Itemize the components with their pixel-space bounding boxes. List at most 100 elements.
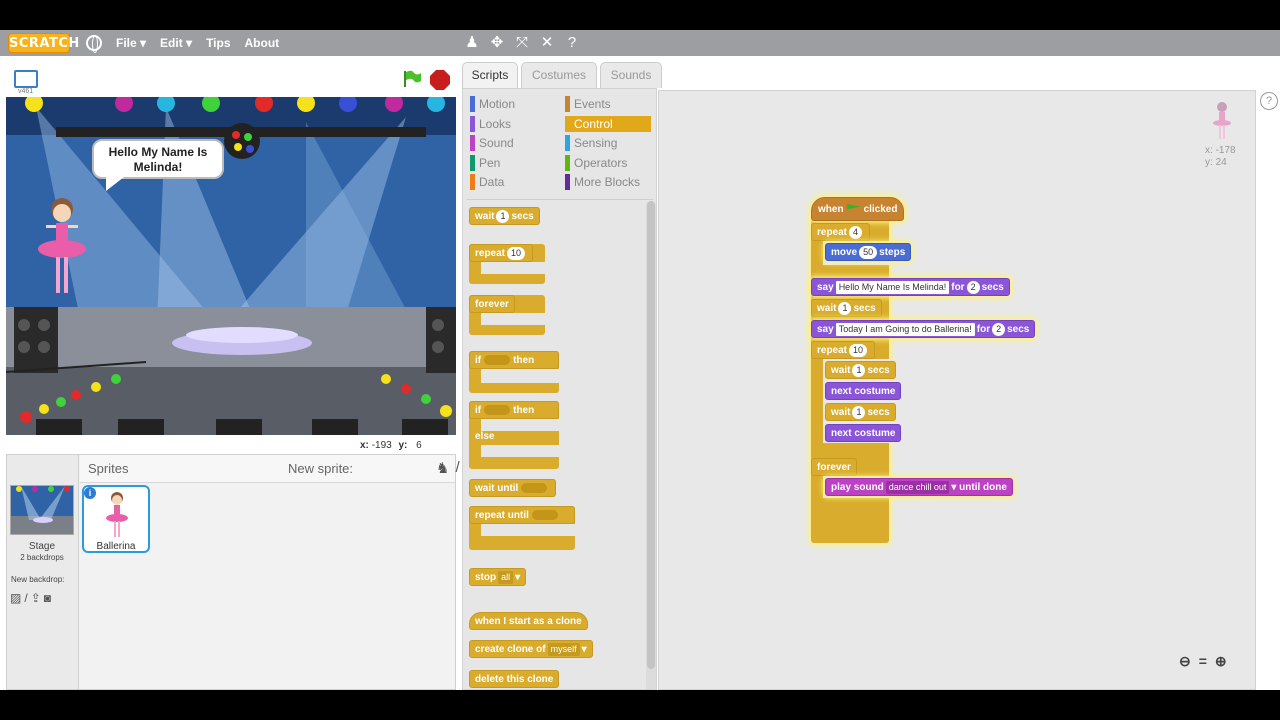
move-steps-block[interactable]: move 50 steps xyxy=(825,243,912,261)
zoom-reset-icon[interactable]: = xyxy=(1199,653,1207,670)
zoom-in-icon[interactable]: ⊕ xyxy=(1215,653,1227,670)
category-sensing[interactable]: Sensing xyxy=(565,135,651,151)
category-operators[interactable]: Operators xyxy=(565,155,651,171)
block-input[interactable]: 2 xyxy=(992,322,1006,336)
block-text: secs xyxy=(511,211,534,222)
block-input[interactable]: 50 xyxy=(859,245,878,259)
block-text: repeat xyxy=(817,345,848,356)
block-input[interactable]: 10 xyxy=(849,343,868,357)
block-text: secs xyxy=(867,407,890,418)
block-text-input[interactable]: Hello My Name Is Melinda! xyxy=(835,280,950,294)
category-data[interactable]: Data xyxy=(470,174,558,190)
sprite-card-ballerina[interactable]: i Ballerina xyxy=(82,485,150,553)
block-input[interactable]: 10 xyxy=(507,246,526,260)
help-icon[interactable]: ? xyxy=(564,34,580,52)
category-color-bar xyxy=(470,96,475,112)
tab-scripts[interactable]: Scripts xyxy=(462,62,518,88)
category-motion[interactable]: Motion xyxy=(470,96,558,112)
category-events[interactable]: Events xyxy=(565,96,651,112)
condition-slot[interactable] xyxy=(531,510,558,521)
palette-if-else-block[interactable]: if then else xyxy=(469,401,559,469)
category-label: More Blocks xyxy=(574,175,641,189)
palette-wait-until-block[interactable]: wait until xyxy=(469,479,557,497)
palette-forever-block[interactable]: forever xyxy=(469,295,545,335)
about-menu[interactable]: About xyxy=(245,36,280,50)
stop-sign-icon[interactable] xyxy=(430,70,450,90)
else-label: else xyxy=(475,431,495,442)
palette-wait-block[interactable]: wait 1 secs xyxy=(469,207,540,225)
grow-icon[interactable]: ⤧ xyxy=(514,34,530,52)
tab-costumes[interactable]: Costumes xyxy=(521,62,597,88)
sprite-library-icon[interactable]: ♞ xyxy=(436,459,449,477)
palette-delete-clone-block[interactable]: delete this clone xyxy=(469,670,560,688)
block-input[interactable]: 1 xyxy=(852,363,866,377)
person-icon[interactable]: ♟ xyxy=(464,34,480,52)
palette-stop-block[interactable]: stop all ▾ xyxy=(469,568,527,586)
palette-repeat-block[interactable]: repeat 10 xyxy=(469,244,545,284)
palette-clone-hat-block[interactable]: when I start as a clone xyxy=(469,612,588,630)
palette-if-then-block[interactable]: if then xyxy=(469,351,559,393)
palette-repeat-until-block[interactable]: repeat until xyxy=(469,506,575,550)
block-input[interactable]: 2 xyxy=(966,280,980,294)
coord-x-label: x: xyxy=(360,440,369,451)
edit-menu[interactable]: Edit ▾ xyxy=(160,36,192,50)
tips-menu[interactable]: Tips xyxy=(206,36,230,50)
zoom-out-icon[interactable]: ⊖ xyxy=(1179,653,1191,670)
forever-block[interactable]: forever xyxy=(811,458,857,476)
category-control[interactable]: Control xyxy=(565,116,651,132)
when-flag-clicked-block[interactable]: when clicked xyxy=(811,197,905,221)
paint-backdrop-icon[interactable]: / xyxy=(24,591,27,605)
block-input[interactable]: 4 xyxy=(849,225,863,239)
wait-secs-block-3[interactable]: wait 1 secs xyxy=(825,403,896,421)
c-slot xyxy=(481,419,559,431)
block-dropdown[interactable]: dance chill out xyxy=(885,480,950,494)
camera-backdrop-icon[interactable]: ◙ xyxy=(44,591,51,605)
say-for-secs-block-2[interactable]: say Today I am Going to do Ballerina! for 2… xyxy=(811,320,1036,338)
tab-sounds[interactable]: Sounds xyxy=(600,62,662,88)
paint-sprite-icon[interactable]: / xyxy=(455,459,459,477)
palette-create-clone-block[interactable]: create clone of myself ▾ xyxy=(469,640,593,658)
backdrop-library-icon[interactable]: ▨ xyxy=(10,591,21,605)
repeat-4-block[interactable]: repeat 4 xyxy=(811,223,871,241)
play-sound-until-done-block[interactable]: play sound dance chill out ▾ until done xyxy=(825,478,1013,496)
block-input[interactable]: 1 xyxy=(838,301,852,315)
condition-slot[interactable] xyxy=(484,405,511,416)
palette-scrollbar[interactable] xyxy=(647,201,655,669)
block-input[interactable]: 1 xyxy=(852,405,866,419)
info-icon[interactable]: i xyxy=(84,487,96,499)
condition-slot[interactable] xyxy=(521,483,548,494)
duplicate-icon[interactable]: ✥ xyxy=(489,34,505,52)
current-sprite-thumbnail xyxy=(1213,102,1231,139)
next-costume-block-1[interactable]: next costume xyxy=(825,382,902,400)
language-globe-icon[interactable] xyxy=(86,35,102,53)
help-tips-icon[interactable]: ? xyxy=(1260,92,1278,110)
upload-backdrop-icon[interactable]: ⇪ xyxy=(31,591,41,605)
block-text: wait until xyxy=(475,483,519,494)
say-for-secs-block-1[interactable]: say Hello My Name Is Melinda! for 2 secs xyxy=(811,278,1010,296)
category-more-blocks[interactable]: More Blocks xyxy=(565,174,651,190)
block-text: wait xyxy=(831,407,851,418)
condition-slot[interactable] xyxy=(484,355,511,366)
scratch-logo[interactable]: SCRATCH xyxy=(8,33,79,53)
category-sound[interactable]: Sound xyxy=(470,135,558,151)
block-text-input[interactable]: Today I am Going to do Ballerina! xyxy=(835,322,975,336)
stage-canvas[interactable]: Hello My Name Is Melinda! xyxy=(6,97,456,435)
category-pen[interactable]: Pen xyxy=(470,155,558,171)
wait-secs-block-2[interactable]: wait 1 secs xyxy=(825,361,896,379)
repeat-10-block[interactable]: repeat 10 xyxy=(811,341,876,359)
shrink-icon[interactable]: ✕ xyxy=(539,34,555,52)
block-input[interactable]: 1 xyxy=(496,209,510,223)
category-looks[interactable]: Looks xyxy=(470,116,558,132)
block-dropdown[interactable]: myself xyxy=(547,642,580,656)
scripts-area[interactable]: x: -178 y: 24 when clicked repeat 4 move 50… xyxy=(658,90,1256,690)
fullscreen-icon[interactable] xyxy=(14,70,38,88)
green-flag-icon[interactable] xyxy=(402,70,422,88)
block-dropdown[interactable]: all xyxy=(498,570,514,584)
file-menu[interactable]: File ▾ xyxy=(116,36,146,50)
stage-thumbnail[interactable] xyxy=(10,485,74,535)
stage-label: Stage xyxy=(28,541,56,552)
wait-secs-block-1[interactable]: wait 1 secs xyxy=(811,299,882,317)
block-text: secs xyxy=(981,282,1004,293)
block-text: wait xyxy=(831,365,851,376)
next-costume-block-2[interactable]: next costume xyxy=(825,424,902,442)
